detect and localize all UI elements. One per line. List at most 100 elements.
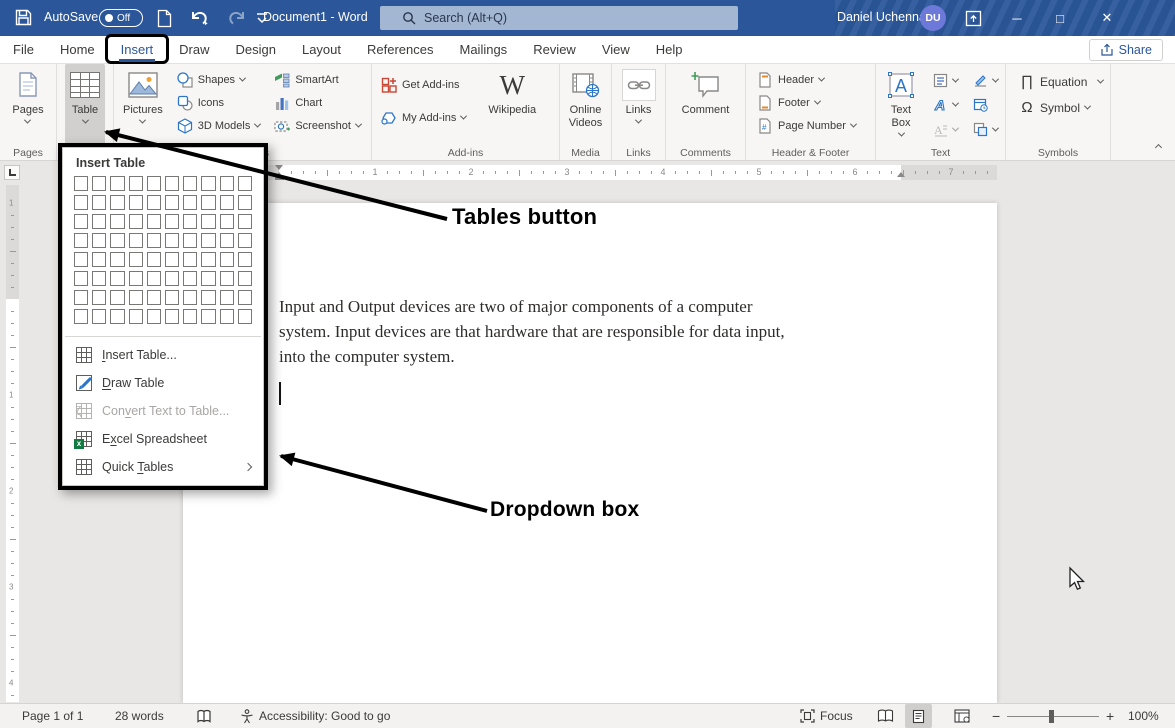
print-layout-button[interactable]	[905, 704, 932, 728]
table-size-cell[interactable]	[74, 176, 88, 191]
zoom-in-button[interactable]: +	[1102, 704, 1118, 728]
pictures-button[interactable]: Pictures	[118, 64, 168, 145]
table-size-cell[interactable]	[92, 214, 106, 229]
avatar[interactable]: DU	[920, 5, 946, 31]
table-size-cell[interactable]	[220, 252, 234, 267]
quick-parts-button[interactable]	[929, 72, 961, 89]
zoom-slider-thumb[interactable]	[1049, 710, 1054, 723]
date-time-button[interactable]	[969, 96, 1001, 113]
read-mode-button[interactable]	[872, 704, 899, 728]
tab-view[interactable]: View	[589, 36, 643, 64]
table-size-cell[interactable]	[238, 252, 252, 267]
table-size-cell[interactable]	[110, 176, 124, 191]
equation-button[interactable]: ∏ Equation	[1016, 73, 1106, 90]
table-size-cell[interactable]	[110, 309, 124, 324]
table-size-cell[interactable]	[92, 290, 106, 305]
get-add-ins-button[interactable]: Get Add-ins	[378, 76, 469, 93]
page-info[interactable]: Page 1 of 1	[18, 704, 87, 728]
vertical-ruler[interactable]: 11234	[6, 185, 19, 702]
comment-button[interactable]: Comment	[677, 64, 735, 145]
focus-button[interactable]: Focus	[796, 704, 857, 728]
table-size-cell[interactable]	[201, 176, 215, 191]
table-size-cell[interactable]	[201, 195, 215, 210]
table-size-cell[interactable]	[183, 290, 197, 305]
table-size-cell[interactable]	[183, 252, 197, 267]
document-page[interactable]: Input and Output devices are two of majo…	[183, 203, 997, 703]
table-size-cell[interactable]	[220, 309, 234, 324]
tab-references[interactable]: References	[354, 36, 446, 64]
table-size-cell[interactable]	[74, 252, 88, 267]
shapes-button[interactable]: Shapes	[174, 71, 264, 88]
undo-button[interactable]	[188, 8, 214, 28]
close-button[interactable]: ✕	[1090, 0, 1124, 36]
table-size-cell[interactable]	[74, 309, 88, 324]
save-icon[interactable]	[14, 8, 33, 27]
left-indent-marker[interactable]	[275, 177, 284, 180]
chart-button[interactable]: Chart	[271, 94, 364, 111]
table-size-cell[interactable]	[238, 195, 252, 210]
table-size-cell[interactable]	[129, 309, 143, 324]
table-size-cell[interactable]	[110, 214, 124, 229]
search-bar[interactable]: Search (Alt+Q)	[380, 6, 738, 30]
tab-help[interactable]: Help	[643, 36, 696, 64]
table-size-cell[interactable]	[201, 233, 215, 248]
table-size-cell[interactable]	[201, 290, 215, 305]
table-size-cell[interactable]	[183, 233, 197, 248]
new-document-icon[interactable]	[156, 9, 172, 28]
table-size-cell[interactable]	[165, 309, 179, 324]
table-size-cell[interactable]	[183, 176, 197, 191]
table-size-cell[interactable]	[147, 271, 161, 286]
web-layout-button[interactable]	[948, 704, 975, 728]
first-line-indent-marker[interactable]	[275, 165, 283, 170]
table-size-cell[interactable]	[165, 290, 179, 305]
table-size-cell[interactable]	[238, 214, 252, 229]
table-size-cell[interactable]	[147, 176, 161, 191]
table-size-cell[interactable]	[110, 290, 124, 305]
header-button[interactable]: Header	[754, 71, 859, 88]
footer-button[interactable]: Footer	[754, 94, 859, 111]
pages-button[interactable]: Pages	[7, 64, 48, 145]
tab-review[interactable]: Review	[520, 36, 589, 64]
table-size-cell[interactable]	[147, 290, 161, 305]
table-size-cell[interactable]	[220, 214, 234, 229]
table-size-cell[interactable]	[201, 271, 215, 286]
table-size-cell[interactable]	[165, 271, 179, 286]
tab-stop-selector[interactable]	[4, 165, 20, 180]
smartart-button[interactable]: SmartArt	[271, 71, 364, 88]
table-size-cell[interactable]	[220, 271, 234, 286]
proofing-icon[interactable]	[192, 704, 216, 728]
wikipedia-button[interactable]: W Wikipedia	[483, 64, 541, 145]
symbol-button[interactable]: Ω Symbol	[1016, 99, 1106, 116]
table-size-cell[interactable]	[92, 252, 106, 267]
table-size-cell[interactable]	[110, 271, 124, 286]
tab-layout[interactable]: Layout	[289, 36, 354, 64]
online-videos-button[interactable]: Online Videos	[564, 64, 607, 145]
tab-design[interactable]: Design	[223, 36, 289, 64]
word-count[interactable]: 28 words	[111, 704, 168, 728]
table-size-cell[interactable]	[74, 271, 88, 286]
minimize-button[interactable]: ─	[1000, 0, 1034, 36]
table-size-cell[interactable]	[183, 309, 197, 324]
my-add-ins-button[interactable]: My Add-ins	[378, 109, 469, 126]
table-size-cell[interactable]	[165, 252, 179, 267]
collapse-ribbon-button[interactable]	[1156, 137, 1161, 155]
tab-draw[interactable]: Draw	[166, 36, 222, 64]
table-button[interactable]: Table	[65, 64, 105, 145]
table-size-cell[interactable]	[92, 233, 106, 248]
table-size-cell[interactable]	[110, 252, 124, 267]
table-size-cell[interactable]	[129, 233, 143, 248]
table-size-cell[interactable]	[110, 195, 124, 210]
signature-line-button[interactable]	[969, 72, 1001, 89]
table-size-cell[interactable]	[110, 233, 124, 248]
table-size-cell[interactable]	[165, 176, 179, 191]
text-box-button[interactable]: A Text Box	[881, 64, 921, 145]
redo-button[interactable]	[226, 8, 248, 28]
page-number-button[interactable]: # Page Number	[754, 117, 859, 134]
table-size-cell[interactable]	[220, 290, 234, 305]
icons-button[interactable]: Icons	[174, 94, 264, 111]
table-size-cell[interactable]	[129, 252, 143, 267]
table-size-cell[interactable]	[201, 309, 215, 324]
table-size-cell[interactable]	[165, 195, 179, 210]
maximize-button[interactable]: □	[1043, 0, 1077, 36]
table-size-cell[interactable]	[183, 195, 197, 210]
